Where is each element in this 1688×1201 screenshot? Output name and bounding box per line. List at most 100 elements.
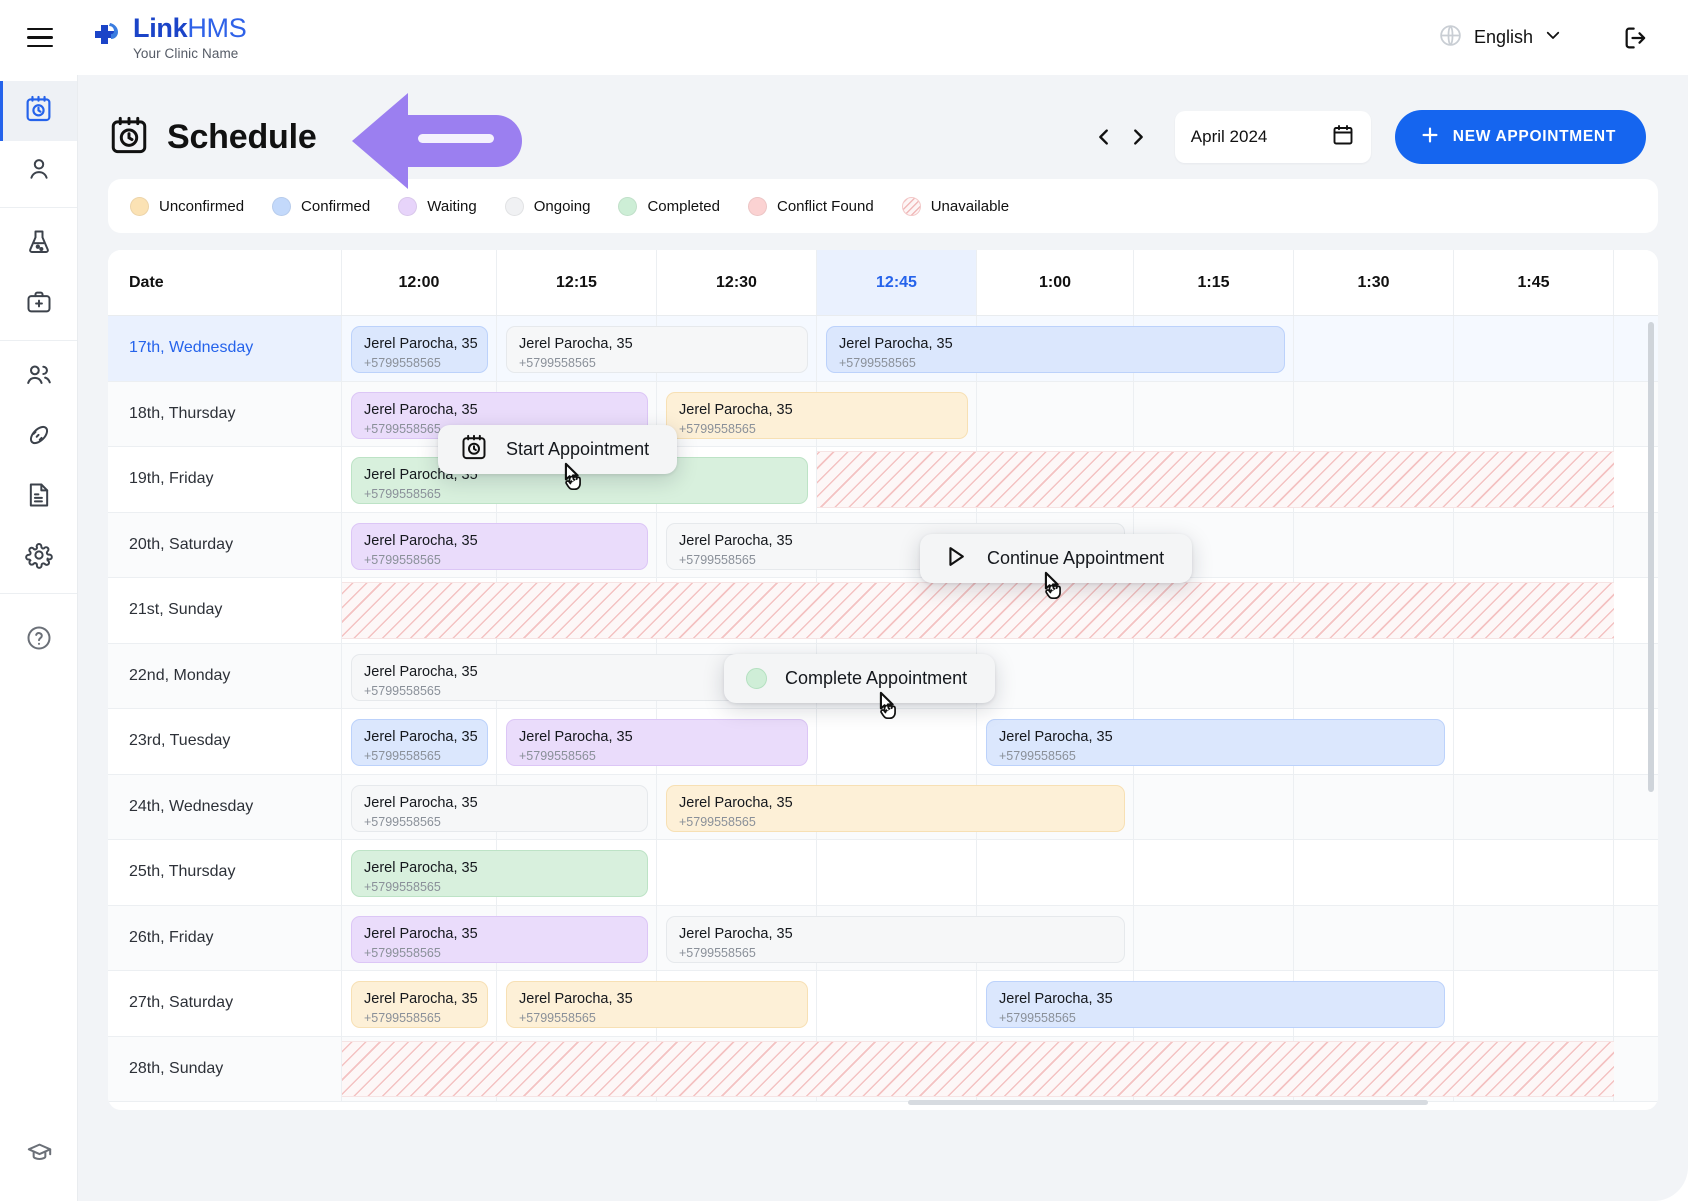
- schedule-slot[interactable]: [977, 840, 1134, 905]
- appointment-card[interactable]: Jerel Parocha, 35 +5799558565: [351, 784, 648, 832]
- horizontal-scrollbar[interactable]: [908, 1100, 1428, 1105]
- schedule-slot[interactable]: [1454, 381, 1614, 446]
- schedule-row-date[interactable]: 17th, Wednesday: [108, 316, 342, 381]
- schedule-slot[interactable]: [1134, 447, 1294, 512]
- appointment-card[interactable]: Jerel Parocha, 35 +5799558565: [506, 326, 808, 373]
- schedule-slot[interactable]: [1454, 512, 1614, 577]
- vertical-scrollbar[interactable]: [1648, 322, 1654, 792]
- sidebar-item-help[interactable]: [0, 610, 77, 670]
- schedule-slot[interactable]: [1294, 1036, 1454, 1101]
- schedule-slot[interactable]: [817, 709, 977, 774]
- appointment-card[interactable]: Jerel Parocha, 35 +5799558565: [351, 915, 648, 963]
- schedule-slot[interactable]: [1454, 578, 1614, 643]
- schedule-slot[interactable]: [1294, 381, 1454, 446]
- tooltip-complete-appointment[interactable]: Complete Appointment: [724, 654, 996, 703]
- sidebar-item-academy[interactable]: [26, 1133, 53, 1177]
- schedule-row-date[interactable]: 25th, Thursday: [108, 840, 342, 905]
- schedule-slot[interactable]: [1294, 643, 1454, 708]
- schedule-row-date[interactable]: 20th, Saturday: [108, 512, 342, 577]
- schedule-row-date[interactable]: 23rd, Tuesday: [108, 709, 342, 774]
- schedule-row-date[interactable]: 27th, Saturday: [108, 971, 342, 1036]
- appointment-card[interactable]: Jerel Parocha, 35 +5799558565: [506, 719, 808, 766]
- schedule-row-date[interactable]: 28th, Sunday: [108, 1036, 342, 1101]
- sidebar-item-schedule[interactable]: [0, 81, 77, 141]
- appointment-card[interactable]: Jerel Parocha, 35 +5799558565: [351, 850, 648, 897]
- schedule-slot[interactable]: [1454, 316, 1614, 381]
- schedule-slot[interactable]: [977, 1036, 1134, 1101]
- tooltip-continue-appointment[interactable]: Continue Appointment: [920, 534, 1193, 583]
- page-title-block: Schedule: [108, 114, 317, 161]
- schedule-slot[interactable]: [1134, 381, 1294, 446]
- sidebar-item-procedures[interactable]: [0, 407, 77, 467]
- schedule-slot[interactable]: [497, 1036, 657, 1101]
- schedule-slot[interactable]: [1454, 905, 1614, 970]
- schedule-row-date[interactable]: 26th, Friday: [108, 905, 342, 970]
- appointment-card[interactable]: Jerel Parocha, 35 +5799558565: [666, 391, 968, 439]
- schedule-slot[interactable]: [1454, 709, 1614, 774]
- appointment-card[interactable]: Jerel Parocha, 35 +5799558565: [826, 326, 1285, 373]
- schedule-slot[interactable]: [1294, 578, 1454, 643]
- schedule-slot[interactable]: [1294, 512, 1454, 577]
- schedule-slot[interactable]: [1294, 447, 1454, 512]
- schedule-slot[interactable]: [1134, 578, 1294, 643]
- schedule-row-date[interactable]: 18th, Thursday: [108, 381, 342, 446]
- appointment-card[interactable]: Jerel Parocha, 35 +5799558565: [666, 915, 1125, 963]
- schedule-slot[interactable]: [817, 971, 977, 1036]
- schedule-slot[interactable]: [342, 578, 497, 643]
- appointment-card[interactable]: Jerel Parocha, 35 +5799558565: [351, 719, 488, 766]
- appointment-card[interactable]: Jerel Parocha, 35 +5799558565: [666, 784, 1125, 832]
- appointment-card[interactable]: Jerel Parocha, 35 +5799558565: [986, 719, 1445, 766]
- appointment-card[interactable]: Jerel Parocha, 35 +5799558565: [351, 522, 648, 570]
- month-picker[interactable]: April 2024: [1174, 111, 1371, 163]
- schedule-slot[interactable]: [1294, 316, 1454, 381]
- schedule-row-date[interactable]: 21st, Sunday: [108, 578, 342, 643]
- schedule-slot[interactable]: [657, 578, 817, 643]
- sidebar-item-laboratory[interactable]: [0, 214, 77, 274]
- schedule-slot[interactable]: [977, 381, 1134, 446]
- schedule-slot[interactable]: [1294, 905, 1454, 970]
- schedule-slot[interactable]: [817, 578, 977, 643]
- new-appointment-button[interactable]: NEW APPOINTMENT: [1394, 110, 1646, 164]
- schedule-slot[interactable]: [342, 1036, 497, 1101]
- appointment-card[interactable]: Jerel Parocha, 35 +5799558565: [351, 326, 488, 373]
- schedule-slot[interactable]: [1454, 774, 1614, 839]
- schedule-row-date[interactable]: 19th, Friday: [108, 447, 342, 512]
- schedule-slot[interactable]: [1134, 643, 1294, 708]
- prev-period-button[interactable]: [1087, 120, 1121, 154]
- next-period-button[interactable]: [1121, 120, 1155, 154]
- hamburger-icon[interactable]: [27, 21, 61, 55]
- sidebar-item-treatments[interactable]: [0, 274, 77, 334]
- logout-button[interactable]: [1622, 24, 1650, 52]
- schedule-slot[interactable]: [657, 840, 817, 905]
- schedule-slot[interactable]: [817, 447, 977, 512]
- schedule-slot[interactable]: [1134, 1036, 1294, 1101]
- schedule-slot[interactable]: [1454, 643, 1614, 708]
- schedule-slot[interactable]: [1294, 774, 1454, 839]
- schedule-row-date[interactable]: 22nd, Monday: [108, 643, 342, 708]
- schedule-slot[interactable]: [497, 578, 657, 643]
- tooltip-start-appointment[interactable]: Start Appointment: [438, 425, 678, 474]
- sidebar-item-settings[interactable]: [0, 527, 77, 587]
- schedule-slot[interactable]: [657, 1036, 817, 1101]
- appointment-card[interactable]: Jerel Parocha, 35 +5799558565: [506, 981, 808, 1028]
- language-selector[interactable]: English: [1430, 17, 1570, 59]
- sidebar-item-staff[interactable]: [0, 347, 77, 407]
- sidebar-item-patients[interactable]: [0, 141, 77, 201]
- schedule-slot[interactable]: [1454, 840, 1614, 905]
- appointment-card[interactable]: Jerel Parocha, 35 +5799558565: [351, 981, 488, 1028]
- sidebar-item-billing[interactable]: [0, 467, 77, 527]
- schedule-slot[interactable]: [817, 840, 977, 905]
- schedule-slot[interactable]: [1134, 774, 1294, 839]
- schedule-slot[interactable]: [817, 1036, 977, 1101]
- schedule-row-date[interactable]: 24th, Wednesday: [108, 774, 342, 839]
- schedule-slot[interactable]: [977, 578, 1134, 643]
- schedule-slot[interactable]: [1454, 1036, 1614, 1101]
- schedule-slot[interactable]: [1454, 447, 1614, 512]
- schedule-slot[interactable]: [1134, 840, 1294, 905]
- schedule-slot[interactable]: [977, 447, 1134, 512]
- schedule-slot[interactable]: [1454, 971, 1614, 1036]
- appointment-card[interactable]: Jerel Parocha, 35 +5799558565: [986, 981, 1445, 1028]
- schedule-slot[interactable]: [1134, 905, 1294, 970]
- schedule-slot[interactable]: [1294, 840, 1454, 905]
- schedule-slot[interactable]: [977, 643, 1134, 708]
